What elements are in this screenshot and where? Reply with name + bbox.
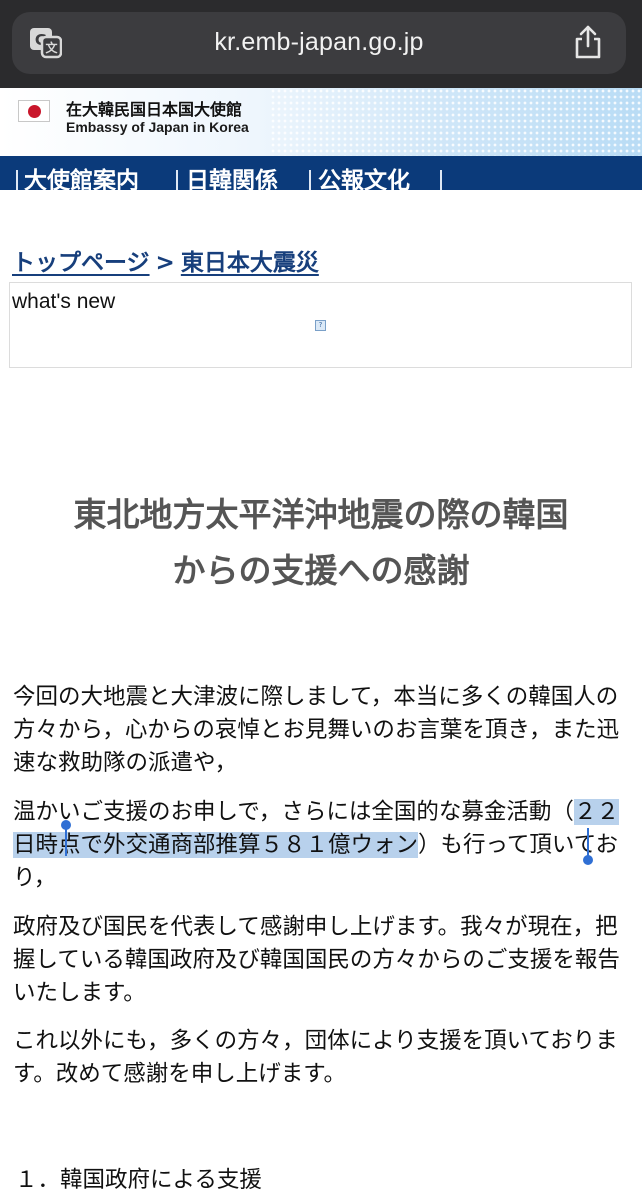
section-heading-1: １．韓国政府による支援 xyxy=(15,1167,262,1193)
address-bar[interactable]: G 文 kr.emb-japan.go.jp xyxy=(12,12,626,74)
nav-separator xyxy=(16,170,18,190)
whats-new-label: what's new xyxy=(12,290,116,313)
broken-image-icon: ? xyxy=(315,320,326,331)
paragraph-2: 温かいご支援のお申しで，さらには全国的な募金活動（２２日時点で外交通商部推算５８… xyxy=(13,796,633,895)
site-title-en[interactable]: Embassy of Japan in Korea xyxy=(66,119,249,135)
breadcrumb-home-link[interactable]: トップページ xyxy=(12,250,150,276)
breadcrumb: トップページ > 東日本大震災 xyxy=(12,243,319,277)
nav-item-embassy-info[interactable]: 大使館案内 xyxy=(24,166,139,190)
article-title-line1: 東北地方太平洋沖地震の際の韓国 xyxy=(73,495,569,534)
site-title-jp[interactable]: 在大韓民国日本国大使館 xyxy=(66,96,242,120)
selection-end-handle[interactable] xyxy=(583,855,593,865)
share-icon[interactable] xyxy=(572,24,604,60)
nav-item-japan-korea-relations[interactable]: 日韓関係 xyxy=(186,166,278,190)
site-header: 在大韓民国日本国大使館 Embassy of Japan in Korea xyxy=(0,88,642,156)
nav-separator xyxy=(309,170,311,190)
paragraph-1: 今回の大地震と大津波に際しまして，本当に多くの韓国人の方々から，心からの哀悼とお… xyxy=(13,684,620,776)
translate-icon[interactable]: G 文 xyxy=(28,25,63,59)
breadcrumb-separator: > xyxy=(155,250,175,276)
url-text[interactable]: kr.emb-japan.go.jp xyxy=(132,28,506,57)
article-title-line2: からの支援への感謝 xyxy=(172,551,470,590)
paragraph-2-start: 温かいご支援のお申しで，さらには全国的な募金活動（ xyxy=(13,799,574,825)
nav-item-public-culture[interactable]: 公報文化 xyxy=(318,166,410,190)
paragraph-3: 政府及び国民を代表して感謝申し上げます。我々が現在，把握している韓国政府及び韓国… xyxy=(13,914,620,1006)
svg-text:文: 文 xyxy=(45,40,58,55)
main-nav: 大使館案内 日韓関係 公報文化 xyxy=(0,156,642,190)
nav-separator xyxy=(176,170,178,190)
breadcrumb-current-link[interactable]: 東日本大震災 xyxy=(181,250,319,276)
selection-end-caret xyxy=(587,828,589,858)
nav-separator xyxy=(440,170,442,190)
paragraph-4: これ以外にも，多くの方々，団体により支援を頂いております。改めて感謝を申し上げま… xyxy=(13,1028,618,1087)
browser-toolbar: G 文 kr.emb-japan.go.jp xyxy=(0,0,642,88)
selection-start-caret xyxy=(65,826,67,856)
article-title: 東北地方太平洋沖地震の際の韓国 からの支援への感謝 xyxy=(20,487,622,599)
world-map-decoration xyxy=(270,88,642,156)
japan-flag-icon[interactable] xyxy=(18,100,50,122)
whats-new-box: what's new ? xyxy=(9,282,632,368)
